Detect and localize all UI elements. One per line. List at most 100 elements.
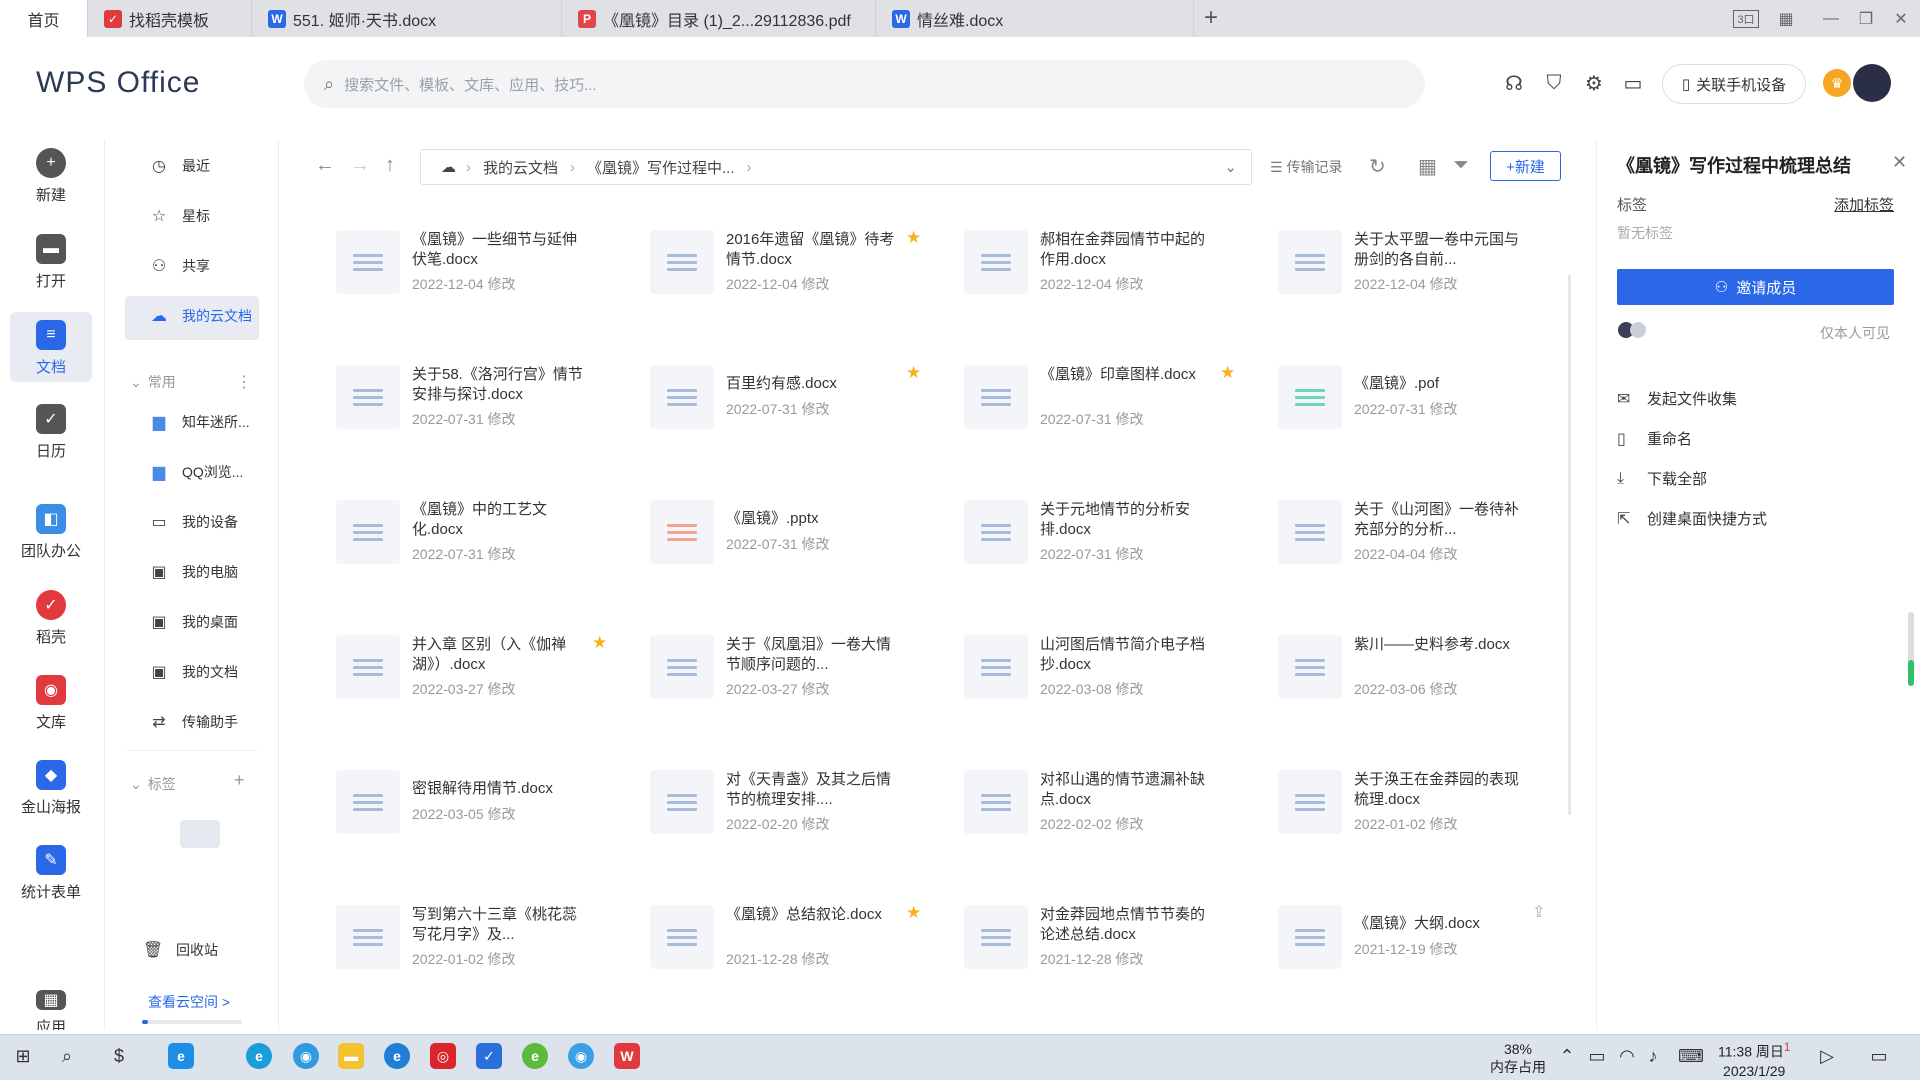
rail-team[interactable]: ◧ 团队办公 xyxy=(10,504,92,564)
nav-common-2[interactable]: ▆ QQ浏览... xyxy=(148,462,244,482)
file-card[interactable]: 2016年遗留《凰镜》待考情节.docx 2022-12-04 修改 ★ xyxy=(650,222,950,302)
keyboard-icon[interactable]: ⌨ xyxy=(1676,1041,1706,1071)
star-icon[interactable]: ★ xyxy=(906,903,921,923)
file-card[interactable]: 《凰镜》中的工艺文化.docx 2022-07-31 修改 xyxy=(336,492,636,572)
tab-docer[interactable]: ✓ 找稻壳模板 xyxy=(92,0,252,37)
rail-new[interactable]: + 新建 xyxy=(10,148,92,208)
close-panel-icon[interactable]: ✕ xyxy=(1892,152,1907,173)
file-card[interactable]: 《凰镜》.pptx 2022-07-31 修改 xyxy=(650,492,950,572)
file-card[interactable]: 关于《山河图》一卷待补充部分的分析... 2022-04-04 修改 xyxy=(1278,492,1578,572)
forward-icon[interactable]: → xyxy=(350,154,370,177)
rail-apps[interactable]: ▦ 应用 xyxy=(10,990,92,1030)
star-icon[interactable]: ★ xyxy=(906,228,921,248)
nav-shared[interactable]: ⚇ 共享 xyxy=(148,256,210,276)
gear-icon[interactable]: ⚙ xyxy=(1581,70,1607,96)
file-card[interactable]: 对金莽园地点情节节奏的论述总结.docx 2021-12-28 修改 xyxy=(964,897,1264,977)
view-cloud-link[interactable]: 查看云空间 > xyxy=(148,992,230,1012)
nav-my-desktop[interactable]: ▣ 我的桌面 xyxy=(148,612,238,632)
feishu-icon[interactable]: ✓ xyxy=(474,1041,504,1071)
nav-group-common[interactable]: ⌄ 常用 xyxy=(130,372,176,392)
file-card[interactable]: 《凰镜》总结叙论.docx 2021-12-28 修改 ★ xyxy=(650,897,950,977)
grid-view-icon[interactable]: ▦ xyxy=(1418,154,1437,179)
file-card[interactable]: 关于涣王在金莽园的表现梳理.docx 2022-01-02 修改 xyxy=(1278,762,1578,842)
file-card[interactable]: 《凰镜》印章图样.docx 2022-07-31 修改 ★ xyxy=(964,357,1264,437)
wps-taskbar-icon[interactable]: W xyxy=(612,1041,642,1071)
rename-action[interactable]: ▯ 重命名 xyxy=(1617,428,1692,449)
nav-my-computer[interactable]: ▣ 我的电脑 xyxy=(148,562,238,582)
volume-icon[interactable]: ♪ xyxy=(1638,1041,1668,1071)
close-icon[interactable]: ✕ xyxy=(1880,0,1920,37)
rail-docer[interactable]: ✓ 稻壳 xyxy=(10,590,92,650)
rail-calendar[interactable]: ✓ 日历 xyxy=(10,404,92,464)
tab-pdf[interactable]: P 《凰镜》目录 (1)_2...29112836.pdf xyxy=(566,0,876,37)
nav-recycle[interactable]: 🗑 回收站 xyxy=(142,940,218,960)
collect-files-action[interactable]: ✉ 发起文件收集 xyxy=(1617,388,1737,409)
tab-doc-2[interactable]: W 情丝难.docx xyxy=(880,0,1194,37)
vip-crown-icon[interactable]: ♛ xyxy=(1823,69,1851,97)
search-icon[interactable]: ⌕ xyxy=(52,1041,82,1071)
filter-icon[interactable]: ⏷ xyxy=(1453,154,1469,177)
rail-docs[interactable]: ≡ 文档 xyxy=(10,312,92,382)
skin-icon[interactable]: ⛉ xyxy=(1541,70,1567,96)
nav-transfer[interactable]: ⇄ 传输助手 xyxy=(148,712,238,732)
file-card[interactable]: 对祁山遇的情节遗漏补缺点.docx 2022-02-02 修改 xyxy=(964,762,1264,842)
qq-browser-icon[interactable]: ◉ xyxy=(566,1041,596,1071)
rail-forms[interactable]: ✎ 统计表单 xyxy=(10,845,92,905)
file-card[interactable]: 写到第六十三章《桃花蕊写花月字》及... 2022-01-02 修改 xyxy=(336,897,636,977)
file-card[interactable]: 并入章 区别（入《伽禅湖》）.docx 2022-03-27 修改 ★ xyxy=(336,627,636,707)
grid-view-icon[interactable]: ▦ xyxy=(1765,0,1807,37)
add-tag-icon[interactable]: + xyxy=(234,770,245,791)
clock[interactable]: 11:38 周日1 2023/1/29 xyxy=(1718,1038,1790,1080)
file-card[interactable]: 《凰镜》一些细节与延伸伏笔.docx 2022-12-04 修改 xyxy=(336,222,636,302)
transfer-history-button[interactable]: ☰ 传输记录 xyxy=(1270,157,1343,177)
more-icon[interactable]: ⋮ xyxy=(236,372,252,392)
file-card[interactable]: 关于《凤凰泪》一卷大情节顺序问题的... 2022-03-27 修改 xyxy=(650,627,950,707)
browser-icon[interactable]: ◉ xyxy=(291,1041,321,1071)
nav-recent[interactable]: ◷ 最近 xyxy=(148,156,210,176)
tab-doc-1[interactable]: W 551. 姬师·天书.docx xyxy=(256,0,562,37)
battery-icon[interactable]: ▭ xyxy=(1582,1041,1612,1071)
file-card[interactable]: 紫川——史料参考.docx 2022-03-06 修改 xyxy=(1278,627,1578,707)
star-icon[interactable]: ★ xyxy=(906,363,921,383)
breadcrumb-root[interactable]: 我的云文档 xyxy=(483,157,558,178)
file-card[interactable]: 密银解待用情节.docx 2022-03-05 修改 xyxy=(336,762,636,842)
explorer-icon[interactable]: ▬ xyxy=(336,1041,366,1071)
file-card[interactable]: 百里约有感.docx 2022-07-31 修改 ★ xyxy=(650,357,950,437)
layout-icon[interactable]: 3口 xyxy=(1725,0,1767,37)
nav-common-1[interactable]: ▆ 知年迷所... xyxy=(148,412,250,432)
tab-home[interactable]: 首页 xyxy=(0,0,88,37)
nav-group-tags[interactable]: ⌄ 标签 xyxy=(130,774,176,794)
chevron-up-icon[interactable]: ⌃ xyxy=(1552,1041,1582,1071)
file-card[interactable]: 关于58.《洛河行宫》情节安排与探讨.docx 2022-07-31 修改 xyxy=(336,357,636,437)
invite-member-button[interactable]: ⚇ 邀请成员 xyxy=(1617,269,1894,305)
scrollbar[interactable] xyxy=(1568,275,1571,815)
new-button[interactable]: +新建 xyxy=(1490,151,1561,181)
breadcrumb-folder[interactable]: 《凰镜》写作过程中... xyxy=(587,157,735,178)
file-card[interactable]: 《凰镜》.pof 2022-07-31 修改 xyxy=(1278,357,1578,437)
edge-legacy-icon[interactable]: e xyxy=(382,1041,412,1071)
refresh-icon[interactable]: ↻ xyxy=(1369,154,1386,179)
headset-icon[interactable]: ☊ xyxy=(1501,70,1527,96)
nav-my-device[interactable]: ▭ 我的设备 xyxy=(148,512,238,532)
link-phone-button[interactable]: ▯ 关联手机设备 xyxy=(1662,64,1806,104)
back-icon[interactable]: ← xyxy=(315,154,335,177)
rail-library[interactable]: ◉ 文库 xyxy=(10,675,92,735)
download-all-action[interactable]: ⤓ 下载全部 xyxy=(1617,468,1707,489)
music-icon[interactable]: ◎ xyxy=(428,1041,458,1071)
file-card[interactable]: 对《天青盏》及其之后情节的梳理安排.... 2022-02-20 修改 xyxy=(650,762,950,842)
edge-icon[interactable]: e xyxy=(244,1041,274,1071)
nav-my-docs[interactable]: ▣ 我的文档 xyxy=(148,662,238,682)
rail-poster[interactable]: ◆ 金山海报 xyxy=(10,760,92,820)
file-card[interactable]: 山河图后情节简介电子档抄.docx 2022-03-08 修改 xyxy=(964,627,1264,707)
show-desktop-icon[interactable]: ▷ xyxy=(1812,1041,1842,1071)
memory-usage[interactable]: 38% 内存占用 xyxy=(1490,1040,1546,1076)
file-card[interactable]: 郝相在金莽园情节中起的作用.docx 2022-12-04 修改 xyxy=(964,222,1264,302)
app-icon[interactable]: $ xyxy=(104,1041,134,1071)
ie-icon[interactable]: e xyxy=(166,1041,196,1071)
search-input[interactable]: ⌕ 搜索文件、模板、文库、应用、技巧... xyxy=(304,60,1425,108)
add-tag-link[interactable]: 添加标签 xyxy=(1834,194,1894,215)
message-icon[interactable]: ▭ xyxy=(1620,70,1646,96)
star-icon[interactable]: ★ xyxy=(1220,363,1235,383)
create-shortcut-action[interactable]: ⇱ 创建桌面快捷方式 xyxy=(1617,508,1767,529)
star-icon[interactable]: ★ xyxy=(592,633,607,653)
